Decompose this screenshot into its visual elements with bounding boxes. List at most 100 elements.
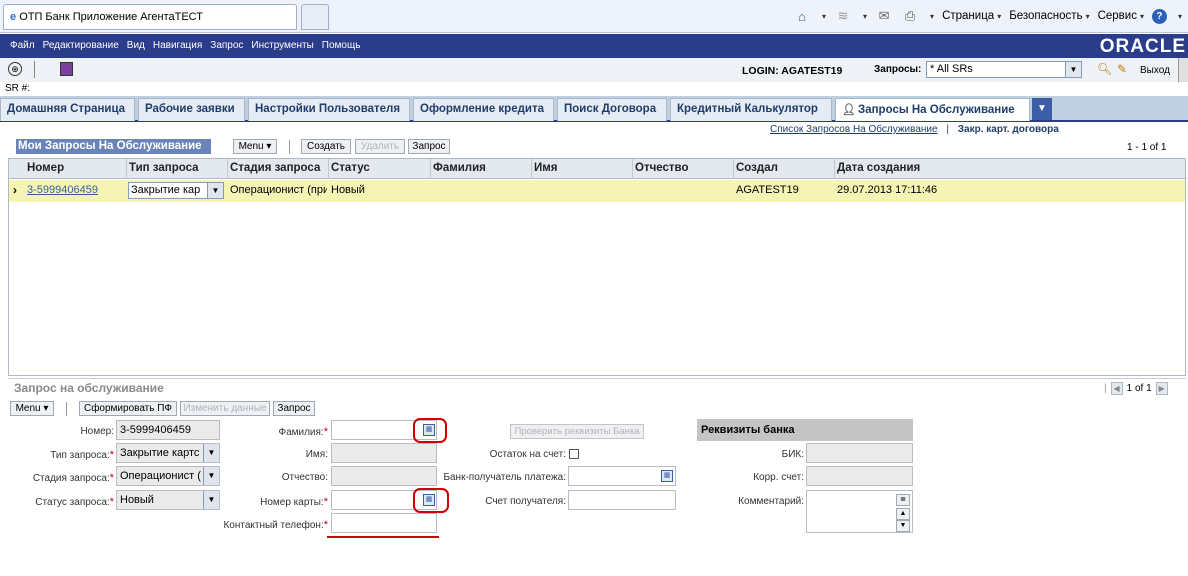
column-header-status[interactable]: Статус (331, 162, 370, 174)
cell-type-select[interactable]: Закрытие кар ▼ (128, 182, 224, 199)
cell-created-at[interactable]: 29.07.2013 17:11:46 (837, 184, 937, 196)
bank-recipient-picker-icon[interactable]: ▦ (661, 470, 673, 482)
check-bank-details-button[interactable]: Проверить реквизиты Банка (510, 424, 644, 439)
column-header-name[interactable]: Имя (534, 162, 557, 174)
advanced-search-icon[interactable]: ✎ (1117, 62, 1133, 76)
home-dropdown-icon[interactable]: ▾ (822, 12, 826, 21)
list-menu-button[interactable]: Menu ▾ (233, 139, 277, 154)
application-toolbar: ⊕ LOGIN: AGATEST19 Запросы: * All SRs ▼ … (0, 58, 1188, 82)
subtab-service-request-list[interactable]: Список Запросов На Обслуживание (770, 124, 938, 135)
tab-credit-application[interactable]: Оформление кредита (413, 98, 554, 121)
menu-query[interactable]: Запрос (210, 40, 243, 51)
chevron-down-icon[interactable]: ▼ (207, 183, 223, 198)
phone-field[interactable] (331, 513, 437, 533)
tab-service-requests[interactable]: 👤︎ Запросы На Обслуживание (835, 98, 1030, 121)
tab-user-settings[interactable]: Настройки Пользователя (248, 98, 410, 121)
stage-label: Стадия запроса:* (32, 472, 114, 484)
bank-details-header: Реквизиты банка (697, 419, 913, 441)
new-tab-button[interactable] (301, 4, 329, 30)
column-header-type[interactable]: Тип запроса (129, 162, 199, 174)
column-header-surname[interactable]: Фамилия (433, 162, 486, 174)
column-divider (632, 159, 633, 179)
globe-icon[interactable]: ⊕ (8, 62, 22, 76)
subtab-card-contract-closing[interactable]: Закр. карт. договора (958, 124, 1059, 135)
stage-select[interactable]: Операционист ( ▼ (116, 466, 220, 486)
rss-feed-icon[interactable]: ≋ (834, 8, 852, 24)
queries-label: Запросы: (874, 64, 922, 75)
bik-field[interactable] (806, 443, 913, 463)
corr-account-field[interactable] (806, 466, 913, 486)
status-select[interactable]: Новый ▼ (116, 490, 220, 510)
previous-record-icon[interactable]: ◀ (1110, 382, 1123, 395)
chevron-down-icon[interactable]: ▼ (203, 467, 219, 485)
expand-text-icon[interactable]: ≣ (896, 494, 910, 506)
list-create-button[interactable]: Создать (301, 139, 351, 154)
surname-label: Фамилия:* (278, 426, 328, 438)
queries-select[interactable]: * All SRs ▼ (926, 61, 1082, 78)
tab-work-orders[interactable]: Рабочие заявки (138, 98, 245, 121)
toolbar-scrollbar[interactable] (1178, 58, 1188, 82)
logout-link[interactable]: Выход (1140, 65, 1170, 76)
more-tabs-icon[interactable]: ▼ (1032, 98, 1052, 120)
form-query-button[interactable]: Запрос (273, 401, 315, 416)
number-field[interactable]: 3-5999406459 (116, 420, 220, 440)
generate-pf-button[interactable]: Сформировать ПФ (79, 401, 177, 416)
chevron-down-icon[interactable]: ▼ (1065, 62, 1081, 77)
menu-edit[interactable]: Редактирование (43, 40, 119, 51)
balance-checkbox[interactable] (569, 449, 579, 459)
current-row-indicator-icon: › (13, 183, 17, 197)
type-label: Тип запроса:* (50, 449, 114, 461)
chevron-down-icon[interactable]: ▼ (203, 491, 219, 509)
recipient-account-field[interactable] (568, 490, 676, 510)
help-icon[interactable]: ? (1151, 8, 1167, 24)
column-header-created-by[interactable]: Создал (736, 162, 778, 174)
menu-help[interactable]: Помощь (322, 40, 361, 51)
column-header-number[interactable]: Номер (27, 162, 64, 174)
table-row[interactable]: › 3-5999406459 Закрытие кар ▼ Операциони… (9, 180, 1185, 202)
page-menu[interactable]: Страница ▾ (942, 10, 1001, 22)
bank-recipient-field[interactable] (568, 466, 676, 486)
list-delete-button[interactable]: Удалить (355, 139, 405, 154)
security-menu[interactable]: Безопасность ▾ (1009, 10, 1089, 22)
highlight-circle (413, 418, 447, 443)
menu-view[interactable]: Вид (127, 40, 145, 51)
print-dropdown-icon[interactable]: ▾ (930, 12, 934, 21)
application-icon[interactable] (60, 62, 73, 76)
tab-contract-search[interactable]: Поиск Договора (557, 98, 667, 121)
home-icon[interactable]: ⌂ (793, 8, 811, 24)
browser-tab-active[interactable]: e ОТП Банк Приложение АгентаТЕСТ (3, 4, 297, 30)
tab-credit-calculator[interactable]: Кредитный Калькулятор (670, 98, 832, 121)
change-data-button[interactable]: Изменить данные (180, 401, 270, 416)
column-header-stage[interactable]: Стадия запроса (230, 162, 320, 174)
menu-file[interactable]: Файл (10, 40, 35, 51)
cell-number-link[interactable]: 3-5999406459 (27, 184, 98, 196)
tab-home[interactable]: Домашняя Страница (0, 98, 135, 121)
screen-tabs: Домашняя Страница Рабочие заявки Настрой… (0, 96, 1188, 122)
print-icon[interactable]: ⎙ (901, 8, 919, 24)
chevron-down-icon[interactable]: ▼ (203, 444, 219, 462)
scroll-up-icon[interactable]: ▲ (896, 508, 910, 520)
name-field[interactable] (331, 443, 437, 463)
application-menubar: Файл Редактирование Вид Навигация Запрос… (0, 34, 1188, 58)
scroll-down-icon[interactable]: ▼ (896, 520, 910, 532)
cell-status[interactable]: Новый (331, 184, 365, 196)
patronymic-field[interactable] (331, 466, 437, 486)
cell-created-by[interactable]: AGATEST19 (736, 184, 799, 196)
form-menu-button[interactable]: Menu ▾ (10, 401, 54, 416)
cell-stage[interactable]: Операционист (при (230, 184, 327, 196)
column-header-created-at[interactable]: Дата создания (837, 162, 920, 174)
bik-label: БИК: (781, 449, 804, 460)
menu-navigation[interactable]: Навигация (153, 40, 202, 51)
rss-dropdown-icon[interactable]: ▾ (863, 12, 867, 21)
menu-tools[interactable]: Инструменты (251, 40, 313, 51)
service-menu[interactable]: Сервис ▾ (1098, 10, 1144, 22)
column-header-patronymic[interactable]: Отчество (635, 162, 688, 174)
list-query-button[interactable]: Запрос (408, 139, 450, 154)
list-header: Номер Тип запроса Стадия запроса Статус … (9, 159, 1185, 179)
help-dropdown-icon[interactable]: ▾ (1178, 12, 1182, 21)
mail-icon[interactable]: ✉ (875, 8, 893, 24)
type-select[interactable]: Закрытие картс ▼ (116, 443, 220, 463)
next-record-icon[interactable]: ▶ (1155, 382, 1168, 395)
search-icons: 🔍︎ ✎ (1097, 62, 1133, 76)
search-icon[interactable]: 🔍︎ (1097, 62, 1113, 76)
